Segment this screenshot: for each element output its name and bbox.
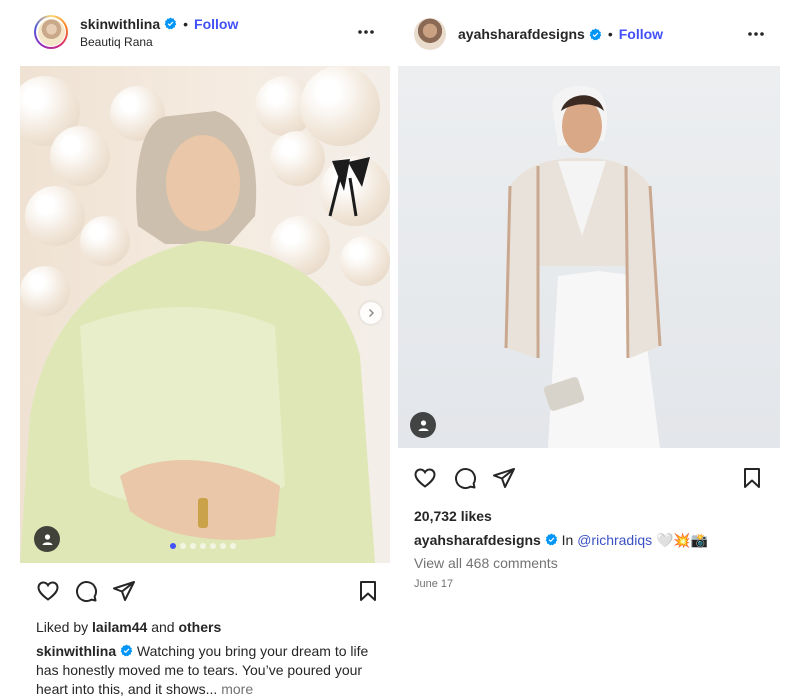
user-tag-icon	[418, 419, 428, 431]
post-subtitle: Beautiq Rana	[80, 34, 153, 49]
like-button[interactable]	[35, 578, 61, 604]
view-comments-link[interactable]: View all 468 comments	[414, 555, 558, 571]
post-skinwithlina: skinwithlina • Follow Beautiq Rana Liked…	[20, 0, 390, 700]
verified-badge-icon	[164, 17, 177, 30]
save-button[interactable]	[355, 578, 381, 604]
comment-icon	[76, 581, 98, 603]
comment-button[interactable]	[452, 465, 478, 491]
carousel-next-button[interactable]	[360, 302, 382, 324]
comment-icon	[455, 468, 477, 490]
post-image[interactable]	[20, 66, 390, 563]
user-tag-icon	[42, 533, 52, 545]
avatar[interactable]	[34, 15, 68, 49]
liked-by-user-link[interactable]: lailam44	[92, 619, 147, 635]
heart-icon	[414, 468, 436, 488]
caption-text: In	[561, 532, 574, 548]
caption-emoji: 🤍💥📸	[656, 532, 709, 548]
more-options-icon[interactable]	[746, 24, 766, 44]
post-caption: ayahsharafdesigns In @richradiqs 🤍💥📸	[414, 532, 708, 549]
post-image[interactable]	[398, 66, 780, 448]
comment-button[interactable]	[73, 578, 99, 604]
follow-button[interactable]: Follow	[194, 16, 238, 32]
bookmark-icon	[360, 581, 376, 601]
avatar[interactable]	[414, 18, 446, 50]
liked-by-line: Liked by lailam44 and others	[36, 619, 222, 635]
verified-badge-icon	[589, 28, 602, 40]
user-tag-button[interactable]	[34, 526, 60, 552]
post-caption: skinwithlina Watching you bring your dre…	[36, 642, 381, 699]
username-link[interactable]: ayahsharafdesigns	[458, 26, 585, 42]
verified-badge-icon	[545, 533, 557, 546]
post-actions	[398, 463, 780, 493]
bookmark-icon	[744, 468, 760, 488]
likes-count[interactable]: 20,732 likes	[414, 508, 492, 524]
post-date: June 17	[414, 578, 454, 590]
caption-more-link[interactable]: more	[221, 681, 253, 697]
post-header: ayahsharafdesigns • Follow	[398, 12, 780, 56]
like-button[interactable]	[412, 465, 438, 491]
follow-button[interactable]: Follow	[619, 26, 663, 42]
caption-username-link[interactable]: ayahsharafdesigns	[414, 532, 541, 548]
share-icon	[493, 468, 515, 488]
username-link[interactable]: skinwithlina	[80, 16, 160, 32]
chevron-right-icon	[368, 308, 375, 318]
mention-link[interactable]: @richradiqs	[577, 532, 652, 548]
heart-icon	[37, 581, 59, 601]
post-header: skinwithlina • Follow Beautiq Rana	[20, 10, 390, 54]
share-button[interactable]	[111, 578, 137, 604]
carousel-indicator	[170, 543, 236, 549]
save-button[interactable]	[739, 465, 765, 491]
verified-badge-icon	[120, 644, 133, 657]
liked-by-others-link[interactable]: others	[178, 619, 221, 635]
caption-username-link[interactable]: skinwithlina	[36, 643, 116, 659]
post-actions	[20, 576, 390, 606]
post-ayahsharafdesigns: ayahsharafdesigns • Follow 20,732 likes …	[398, 0, 780, 700]
user-tag-button[interactable]	[410, 412, 436, 438]
share-button[interactable]	[491, 465, 517, 491]
share-icon	[113, 581, 135, 601]
more-options-icon[interactable]	[356, 22, 376, 42]
